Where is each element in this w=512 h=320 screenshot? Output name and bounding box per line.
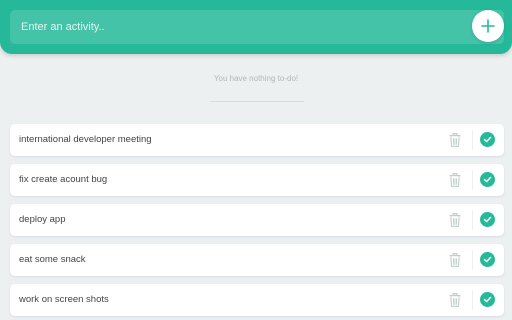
complete-button[interactable] xyxy=(480,252,495,267)
check-icon xyxy=(483,176,492,183)
delete-button[interactable] xyxy=(447,292,463,308)
app-header xyxy=(0,0,512,54)
complete-button[interactable] xyxy=(480,212,495,227)
check-icon xyxy=(483,256,492,263)
plus-icon xyxy=(481,19,495,33)
activity-input[interactable] xyxy=(10,10,504,44)
delete-button[interactable] xyxy=(447,252,463,268)
todo-text: deploy app xyxy=(19,214,66,225)
trash-icon xyxy=(449,133,461,147)
todo-text: international developer meeting xyxy=(19,134,152,145)
todo-item: international developer meeting xyxy=(10,124,504,156)
button-divider xyxy=(472,130,473,150)
empty-state-message: You have nothing to-do! xyxy=(213,74,299,83)
todo-text: work on screen shots xyxy=(19,294,109,305)
empty-state-divider xyxy=(210,101,304,102)
todo-item: work on screen shots xyxy=(10,284,504,316)
trash-icon xyxy=(449,213,461,227)
complete-button[interactable] xyxy=(480,132,495,147)
delete-button[interactable] xyxy=(447,172,463,188)
button-divider xyxy=(472,290,473,310)
todo-item: deploy app xyxy=(10,204,504,236)
check-icon xyxy=(483,296,492,303)
delete-button[interactable] xyxy=(447,132,463,148)
check-icon xyxy=(483,136,492,143)
activity-input-wrapper xyxy=(10,10,504,44)
complete-button[interactable] xyxy=(480,292,495,307)
button-divider xyxy=(472,170,473,190)
check-icon xyxy=(483,216,492,223)
todo-text: fix create acount bug xyxy=(19,174,108,185)
trash-icon xyxy=(449,173,461,187)
todo-text: eat some snack xyxy=(19,254,86,265)
delete-button[interactable] xyxy=(447,212,463,228)
complete-button[interactable] xyxy=(480,172,495,187)
todo-list: international developer meeting fix crea… xyxy=(10,124,504,320)
button-divider xyxy=(472,250,473,270)
todo-item: eat some snack xyxy=(10,244,504,276)
button-divider xyxy=(472,210,473,230)
todo-item: fix create acount bug xyxy=(10,164,504,196)
trash-icon xyxy=(449,293,461,307)
add-activity-button[interactable] xyxy=(472,10,504,42)
trash-icon xyxy=(449,253,461,267)
